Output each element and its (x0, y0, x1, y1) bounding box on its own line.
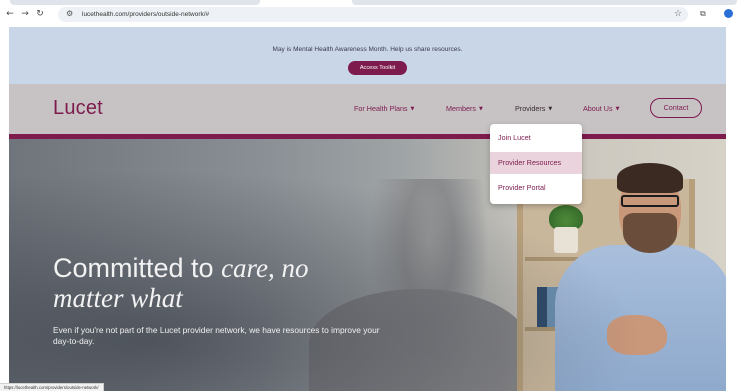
forward-arrow-icon[interactable]: → (20, 9, 30, 19)
nav-item-label: Members (446, 104, 476, 113)
hero-section: Committed to care, no matter what Even i… (9, 139, 726, 391)
browser-toolbar: ← → ↻ ⚙ lucethealth.com/providers/outsid… (0, 0, 740, 27)
nav-item-for-health-plans[interactable]: For Health Plans ▼ (354, 104, 414, 113)
nav-item-about-us[interactable]: About Us ▼ (583, 104, 619, 113)
tab-strip (10, 0, 260, 5)
caret-down-icon: ▼ (410, 106, 415, 112)
access-toolkit-button[interactable]: Access Toolkit (348, 61, 407, 75)
profile-avatar-icon[interactable] (724, 9, 733, 18)
page-margin-left (0, 27, 9, 391)
main-navbar: Lucet For Health Plans ▼ Members ▼ Provide… (9, 84, 726, 134)
menu-item-join-lucet[interactable]: Join Lucet (490, 127, 582, 149)
caret-down-icon: ▼ (478, 106, 483, 112)
hero-title-italic-2: matter what (53, 283, 183, 313)
reload-icon[interactable]: ↻ (35, 9, 45, 19)
announcement-banner: May is Mental Health Awareness Month. He… (9, 27, 726, 84)
link-status-bar: https://lucethealth.com/providers/outsid… (0, 383, 104, 391)
address-bar[interactable]: ⚙ lucethealth.com/providers/outside-netw… (58, 7, 688, 22)
page-margin-right (726, 27, 740, 391)
hero-title-italic-1: care, no (221, 253, 309, 283)
nav-item-members[interactable]: Members ▼ (446, 104, 483, 113)
menu-item-provider-resources[interactable]: Provider Resources (490, 152, 582, 174)
contact-button[interactable]: Contact (650, 98, 702, 118)
nav-item-label: About Us (583, 104, 613, 113)
back-arrow-icon[interactable]: ← (5, 9, 15, 19)
hero-title: Committed to care, no matter what (53, 253, 383, 313)
url-text: lucethealth.com/providers/outside-networ… (82, 11, 210, 18)
caret-down-icon: ▼ (615, 106, 620, 112)
nav-item-providers[interactable]: Providers ▼ (515, 104, 552, 113)
web-page: May is Mental Health Awareness Month. He… (9, 27, 726, 391)
nav-item-label: For Health Plans (354, 104, 408, 113)
site-info-icon[interactable]: ⚙ (66, 9, 76, 19)
nav-item-label: Providers (515, 104, 546, 113)
caret-down-icon: ▼ (548, 106, 553, 112)
bookmark-star-icon[interactable]: ☆ (674, 9, 682, 19)
providers-dropdown-menu: Join Lucet Provider Resources Provider P… (490, 124, 582, 204)
tab-strip-right (352, 0, 737, 5)
lucet-logo[interactable]: Lucet (53, 97, 103, 120)
menu-item-provider-portal[interactable]: Provider Portal (490, 177, 582, 199)
hero-subtitle: Even if you're not part of the Lucet pro… (53, 325, 380, 346)
banner-text: May is Mental Health Awareness Month. He… (272, 46, 463, 53)
hero-title-plain: Committed to (53, 253, 222, 283)
extensions-icon[interactable]: ⧉ (700, 9, 706, 19)
